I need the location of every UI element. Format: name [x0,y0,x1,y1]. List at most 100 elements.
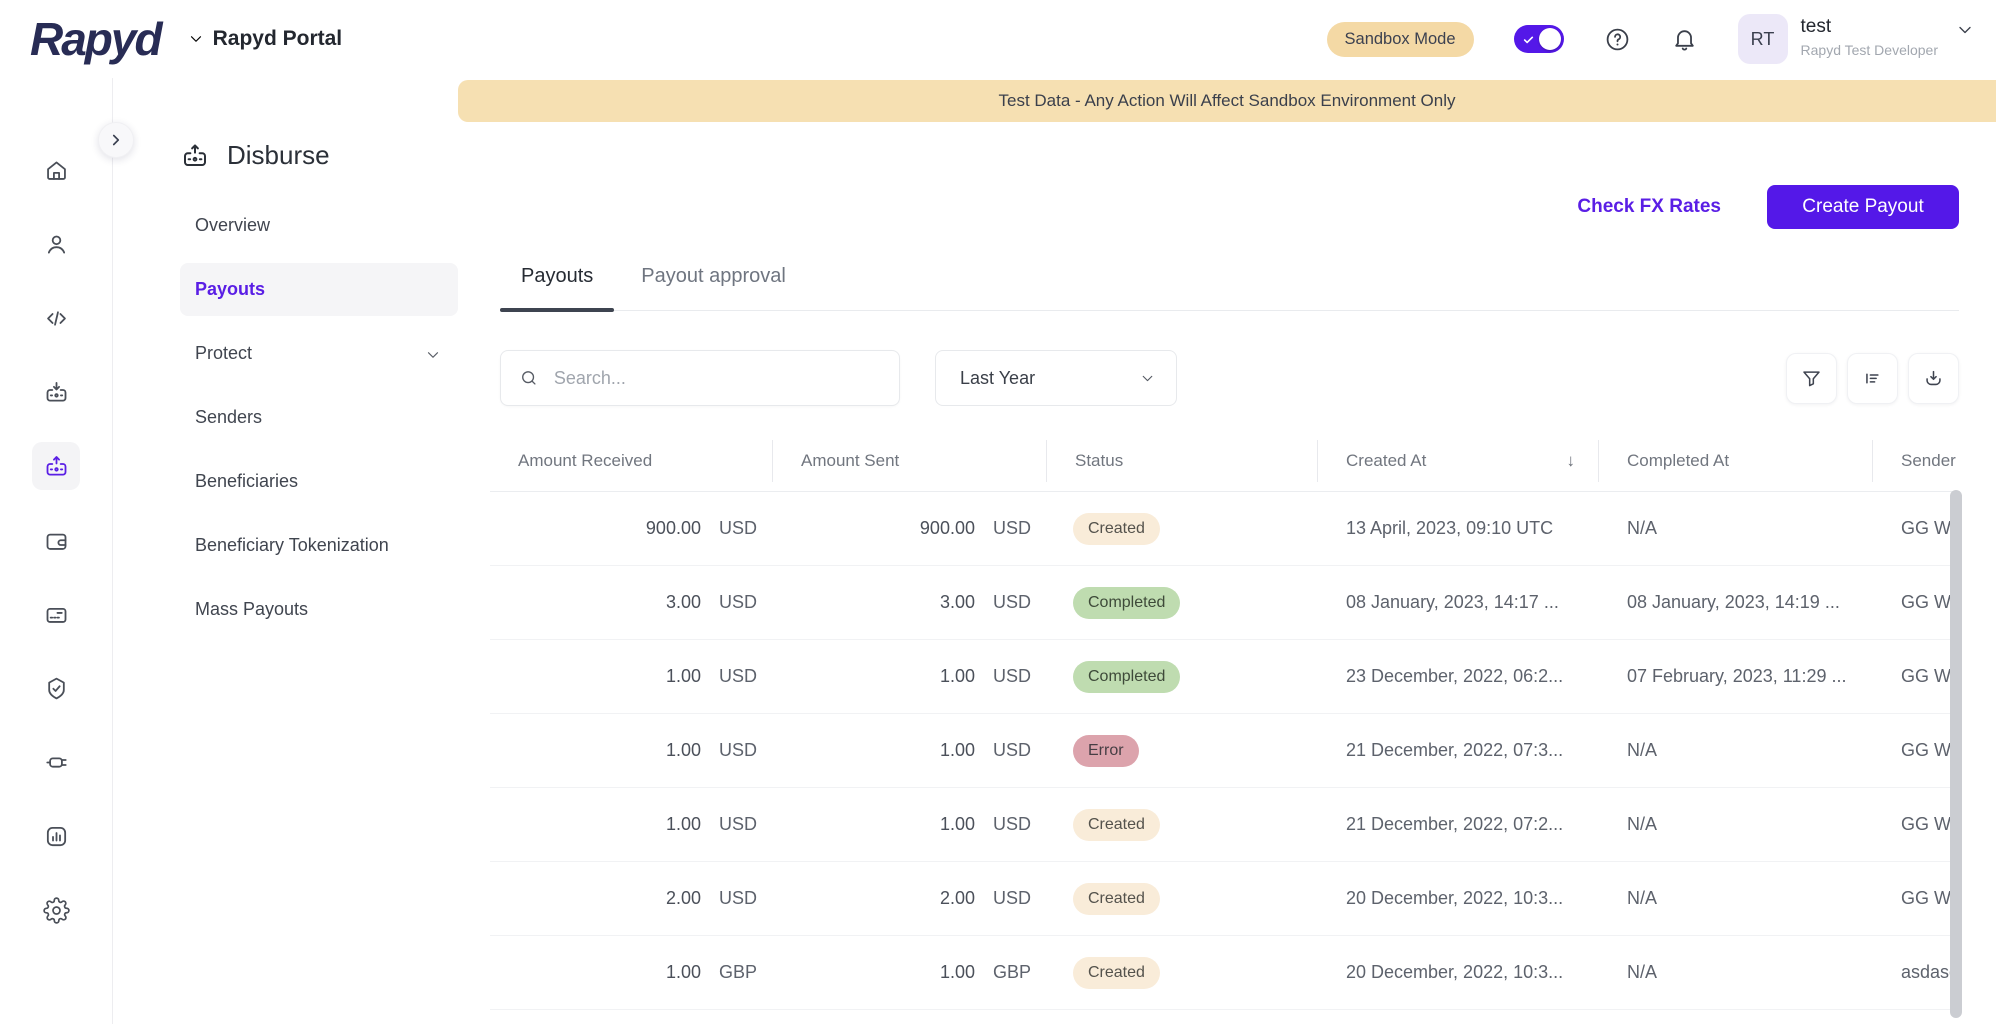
table-row[interactable]: 1.00 USD 1.00 USD Completed 23 December,… [490,640,1960,714]
portal-switcher[interactable]: Rapyd Portal [187,27,343,51]
sandbox-banner: Test Data - Any Action Will Affect Sandb… [458,80,1996,122]
column-header-amount-sent[interactable]: Amount Sent [773,430,1047,491]
status-cell: Completed [1047,640,1318,713]
disburse-sidebar: Disburse Overview Payouts Protect Sender… [114,78,458,1024]
sidebar-collapse-button[interactable] [98,122,134,158]
sidebar-item-beneficiaries[interactable]: Beneficiaries [180,455,458,508]
status-cell: Completed [1047,566,1318,639]
rail-item-card[interactable] [32,590,80,638]
collect-icon [43,379,70,406]
column-header-created-at[interactable]: Created At ↓ [1318,430,1599,491]
sandbox-toggle[interactable] [1514,25,1564,53]
sidebar-title: Disburse [227,140,330,171]
amount-sent-cell: 2.00 USD [773,862,1047,935]
rail-item-contacts[interactable] [32,220,80,268]
rail-item-settings[interactable] [32,886,80,934]
tab-payout-approval[interactable]: Payout approval [620,264,807,310]
completed-at-cell: N/A [1599,714,1873,787]
search-input[interactable] [554,368,881,389]
column-header-sender[interactable]: Sender [1873,430,1960,491]
filter-button[interactable] [1786,353,1837,404]
main-content: Test Data - Any Action Will Affect Sandb… [458,78,1996,1024]
sidebar-item-beneficiary-tokenization[interactable]: Beneficiary Tokenization [180,519,458,572]
amount-received-cell: 2.00 USD [490,862,773,935]
topbar-right: Sandbox Mode RT [1327,14,1975,64]
table-scrollbar [1950,490,1962,1018]
date-range-select[interactable]: Last Year [935,350,1177,406]
amount-received-cell: 900.00 USD [490,492,773,565]
created-at-cell: 23 December, 2022, 06:2... [1318,640,1599,713]
download-button[interactable] [1908,353,1959,404]
rail-item-developers[interactable] [32,294,80,342]
status-badge: Created [1073,957,1160,989]
help-button[interactable] [1604,26,1631,53]
check-fx-rates-link[interactable]: Check FX Rates [1577,196,1721,218]
sort-button[interactable] [1847,353,1898,404]
table-row[interactable]: 1.00 GBP 1.00 GBP Created 20 December, 2… [490,936,1960,1010]
search-icon [519,367,539,389]
status-badge: Created [1073,809,1160,841]
user-identity: test Rapyd Test Developer [1801,14,1938,58]
status-badge: Completed [1073,587,1180,619]
table-row[interactable]: 1.00 USD 1.00 USD Error 21 December, 202… [490,714,1960,788]
table-row[interactable]: 900.00 USD 900.00 USD Created 13 April, … [490,492,1960,566]
chevron-right-icon [107,131,125,149]
sender-cell: GG WP [1873,714,1960,787]
column-header-amount-received[interactable]: Amount Received [490,430,773,491]
amount-sent-cell: 1.00 USD [773,714,1047,787]
notifications-button[interactable] [1671,26,1698,53]
column-header-completed-at[interactable]: Completed At [1599,430,1873,491]
bell-icon [1671,26,1698,53]
table-row[interactable]: 1.00 USD 1.00 USD Created 21 December, 2… [490,788,1960,862]
table-row[interactable]: 2.00 USD 2.00 USD Created 20 December, 2… [490,862,1960,936]
completed-at-cell: N/A [1599,936,1873,1009]
sender-cell: GG WP [1873,862,1960,935]
created-at-cell: 20 December, 2022, 10:3... [1318,936,1599,1009]
check-icon [1522,33,1535,46]
bar-chart-icon [43,823,70,850]
amount-received-cell: 1.00 USD [490,788,773,861]
created-at-cell: 21 December, 2022, 07:3... [1318,714,1599,787]
sender-cell: GG WP [1873,492,1960,565]
sidebar-item-senders[interactable]: Senders [180,391,458,444]
rail-item-collect[interactable] [32,368,80,416]
sidebar-item-overview[interactable]: Overview [180,199,458,252]
page-actions: Check FX Rates Create Payout [1577,185,1959,229]
sidebar-item-mass-payouts[interactable]: Mass Payouts [180,583,458,636]
sidebar-item-protect[interactable]: Protect [180,327,458,380]
rail-item-wallet[interactable] [32,516,80,564]
search-box [500,350,900,406]
status-cell: Created [1047,492,1318,565]
disburse-icon [180,141,210,171]
user-menu[interactable]: RT test Rapyd Test Developer [1738,14,1975,64]
completed-at-cell: N/A [1599,862,1873,935]
status-badge: Completed [1073,661,1180,693]
rail-item-reports[interactable] [32,812,80,860]
filter-icon [1800,367,1823,390]
shield-check-icon [43,675,70,702]
amount-sent-cell: 1.00 USD [773,788,1047,861]
plug-icon [43,749,70,776]
table-header: Amount Received Amount Sent Status Creat… [490,430,1960,492]
rail-item-verify[interactable] [32,664,80,712]
sidebar-section-header: Disburse [180,140,330,171]
code-icon [43,305,70,332]
status-cell: Created [1047,936,1318,1009]
create-payout-button[interactable]: Create Payout [1767,185,1959,229]
card-icon [43,601,70,628]
chevron-down-icon [424,346,442,364]
table-row[interactable]: 3.00 USD 3.00 USD Completed 08 January, … [490,566,1960,640]
tab-payouts[interactable]: Payouts [500,264,614,310]
sidebar-item-payouts[interactable]: Payouts [180,263,458,316]
rail-item-integrations[interactable] [32,738,80,786]
chevron-down-icon [187,30,205,48]
top-bar: Rapyd Rapyd Portal Sandbox Mode [0,0,1996,78]
column-header-status[interactable]: Status [1047,430,1318,491]
rail-item-home[interactable] [32,146,80,194]
status-badge: Created [1073,883,1160,915]
scrollbar-thumb[interactable] [1950,490,1962,1018]
disburse-icon [43,453,70,480]
amount-sent-cell: 3.00 USD [773,566,1047,639]
rail-item-disburse[interactable] [32,442,80,490]
amount-sent-cell: 1.00 GBP [773,936,1047,1009]
